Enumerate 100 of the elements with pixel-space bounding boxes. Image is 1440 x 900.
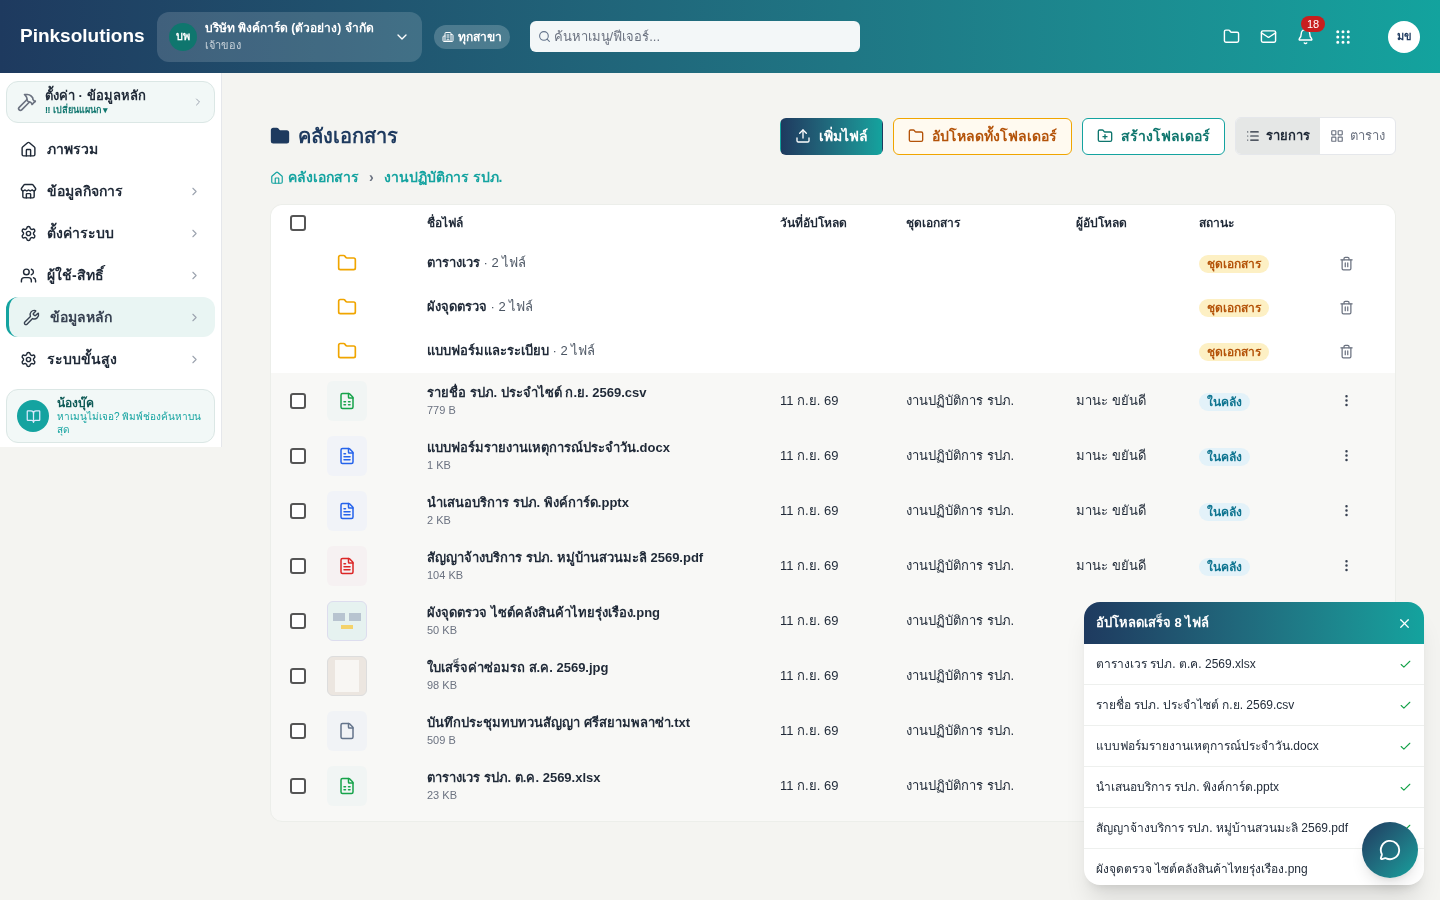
context-subtitle: ‼ เปลี่ยนแผนก ▾ [45,104,109,116]
document-file-icon [327,490,367,531]
table-cell-text: 11 ก.ย. 69 [780,446,840,465]
folder-icon[interactable] [1223,28,1240,45]
checkbox[interactable] [290,502,306,519]
toolbar-button[interactable]: สร้างโฟลเดอร์ [1082,117,1225,155]
file-name[interactable]: แบบฟอร์มรายงานเหตุการณ์ประจำวัน.docx [427,437,780,457]
view-tab[interactable]: ตาราง [1320,118,1395,154]
table-cell-text: งานปฏิบัติการ รปภ. [906,556,1016,575]
table-cell-text: งานปฏิบัติการ รปภ. [906,501,1016,520]
company-name: บริษัท พิงค์การ์ด (ตัวอย่าง) จำกัด [204,20,375,38]
chat-icon [1379,839,1401,861]
sidebar-item[interactable]: ข้อมูลหลัก [6,297,215,337]
uploaded-file-name: ตารางเวร รปภ. ต.ค. 2569.xlsx [1096,656,1257,673]
sidebar-item[interactable]: ตั้งค่าระบบ [6,213,215,253]
apps-grid-icon[interactable] [1334,27,1352,46]
file-name[interactable]: ผังจุดตรวจ ไซต์คลังสินค้าไทยรุ่งเรือง.png [427,602,780,622]
mail-icon[interactable] [1260,28,1277,45]
uploaded-file-name: ผังจุดตรวจ ไซต์คลังสินค้าไทยรุ่งเรือง.png [1096,861,1309,878]
file-name[interactable]: นำเสนอบริการ รปภ. พิงค์การ์ด.pptx [427,492,780,512]
table-cell-text: มานะ ขยันดี [1076,501,1147,520]
checkbox[interactable] [290,392,306,409]
toolbar-button[interactable]: เพิ่มไฟล์ [780,117,883,155]
sidebar-item[interactable]: ระบบขั้นสูง [6,339,215,379]
sidebar-item[interactable]: ข้อมูลกิจการ [6,171,215,211]
checkbox[interactable] [290,557,306,574]
settings-icon [20,350,37,368]
settings-icon [20,224,37,242]
status-badge: ชุดเอกสาร [1199,255,1269,273]
status-badge: ในคลัง [1199,502,1250,521]
branch-selector[interactable]: ทุกสาขา [433,24,510,49]
status-badge: ชุดเอกสาร [1199,343,1269,361]
checkbox[interactable] [290,612,306,629]
delete-icon[interactable] [1339,343,1354,359]
view-tab[interactable]: รายการ [1236,118,1320,154]
upload-panel-title: อัปโหลดเสร็จ 8 ไฟล์ [1096,613,1211,633]
table-cell-text: 11 ก.ย. 69 [780,776,840,795]
checkbox[interactable] [290,722,306,739]
status-badge: ชุดเอกสาร [1199,299,1269,317]
folder-name[interactable]: แบบฟอร์มและระเบียบ · 2 ไฟล์ [427,341,596,361]
brand-logo[interactable]: Pinksolutions [20,22,145,51]
folder-name[interactable]: ผังจุดตรวจ · 2 ไฟล์ [427,297,534,317]
spreadsheet-file-icon [327,380,367,421]
file-name[interactable]: ใบเสร็จค่าซ่อมรถ ส.ค. 2569.jpg [427,657,780,677]
file-size: 23 KB [427,788,458,803]
column-header: สถานะ [1199,215,1235,232]
assistant-card[interactable]: น้องบุ๊ค หาเมนูไม่เจอ? พิมพ์ช่องค้นหาบนสุด [6,389,215,443]
file-name[interactable]: สัญญาจ้างบริการ รปภ. หมู่บ้านสวนมะลิ 2569.pdf [427,547,780,567]
search-field[interactable]: ค้นหาเมนู/ฟีเจอร์... [529,21,860,52]
file-size: 779 B [427,403,457,418]
building-icon [441,30,454,43]
column-header: ชื่อไฟล์ [427,214,464,232]
table-cell-text: 11 ก.ย. 69 [780,556,840,575]
folder-icon [908,128,924,144]
table-cell-text: งานปฏิบัติการ รปภ. [906,721,1016,740]
user-avatar[interactable]: มข [1388,20,1420,53]
table-cell-text: 11 ก.ย. 69 [780,666,840,685]
spreadsheet-file-icon [327,765,367,806]
delete-icon[interactable] [1339,255,1354,271]
column-header: ผู้อัปโหลด [1076,215,1128,232]
toolbar-button[interactable]: อัปโหลดทั้งโฟลเดอร์ [893,117,1072,155]
file-name[interactable]: รายชื่อ รปภ. ประจำไซต์ ก.ย. 2569.csv [427,382,780,402]
photo-placeholder [327,655,367,696]
search-icon [537,30,551,43]
upload-icon [795,128,811,144]
checkbox[interactable] [290,667,306,684]
file-size: 2 KB [427,513,452,528]
home-icon [270,170,284,185]
pdf-file-icon [327,545,367,586]
sidebar-item[interactable]: ผู้ใช้-สิทธิ์ [6,255,215,295]
folder-icon [270,126,290,146]
table-cell-text: 11 ก.ย. 69 [780,501,840,520]
folder-icon [337,297,357,317]
home-icon [20,140,37,158]
assistant-hint: หาเมนูไม่เจอ? พิมพ์ช่องค้นหาบนสุด [57,411,203,436]
document-file-icon [327,435,367,476]
checkbox[interactable] [290,215,306,231]
checkbox[interactable] [290,777,306,794]
table-cell-text: 11 ก.ย. 69 [780,721,840,740]
store-icon [20,182,37,200]
table-cell-text: 11 ก.ย. 69 [780,391,840,410]
status-badge: ในคลัง [1199,557,1250,576]
company-switcher[interactable]: บพ บริษัท พิงค์การ์ด (ตัวอย่าง) จำกัด เจ้าของ [156,11,422,62]
status-badge: ในคลัง [1199,447,1250,466]
file-size: 509 B [427,733,457,748]
file-name[interactable]: ตารางเวร รปภ. ต.ค. 2569.xlsx [427,767,780,787]
notification-icon[interactable] [1297,28,1314,45]
file-name[interactable]: บันทึกประชุมทบทวนสัญญา ศรีสยามพลาซ่า.txt [427,712,780,732]
table-cell-text: 11 ก.ย. 69 [780,611,840,630]
folder-name[interactable]: ตารางเวร · 2 ไฟล์ [427,253,527,273]
table-cell-text: งานปฏิบัติการ รปภ. [906,666,1016,685]
table-cell-text: มานะ ขยันดี [1076,391,1147,410]
delete-icon[interactable] [1339,299,1354,315]
sidebar-item[interactable]: ภาพรวม [6,129,215,169]
notification-count: 18 [1301,16,1326,32]
uploaded-file-name: นำเสนอบริการ รปภ. พิงค์การ์ด.pptx [1096,779,1281,796]
company-role: เจ้าของ [204,38,242,54]
assistant-name: น้องบุ๊ค [57,396,94,411]
context-switcher[interactable]: ตั้งค่า · ข้อมูลหลัก ‼ เปลี่ยนแผนก ▾ [6,81,215,123]
checkbox[interactable] [290,447,306,464]
